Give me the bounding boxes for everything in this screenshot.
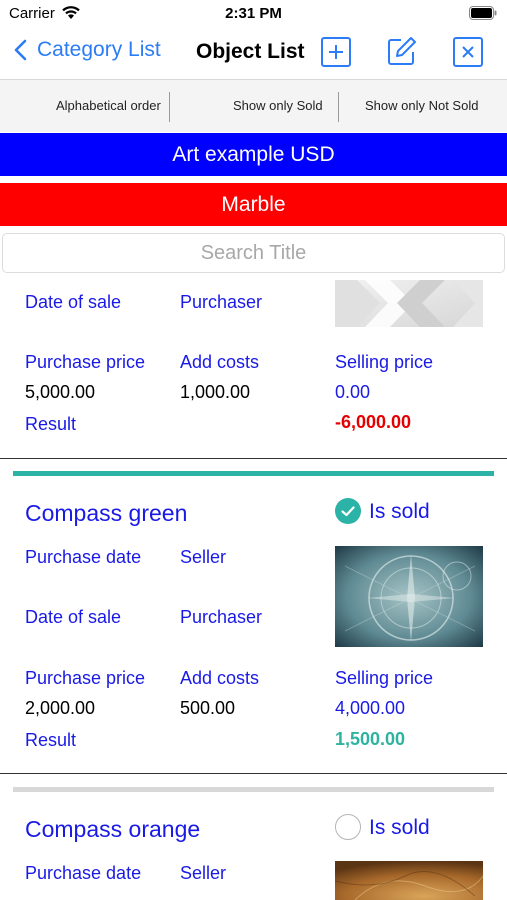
item-thumbnail[interactable] (335, 546, 483, 647)
search-box (2, 233, 505, 273)
result-value: 1,500.00 (335, 729, 406, 749)
purchase-price-value: 5,000.00 (25, 382, 96, 402)
result-value: -6,000.00 (335, 412, 412, 432)
page-title: Object List (196, 40, 305, 63)
segment-only-sold[interactable]: Show only Sold (233, 98, 323, 113)
add-costs-label: Add costs (180, 352, 260, 372)
filter-segments: Alphabetical order Show only Sold Show o… (0, 79, 507, 132)
back-button[interactable]: Category List (14, 38, 161, 62)
add-costs-value: 500.00 (180, 698, 236, 718)
selling-price-label: Selling price (335, 352, 434, 372)
purchase-date-label: Purchase date (25, 547, 142, 567)
battery-icon (469, 6, 497, 25)
date-of-sale-label: Date of sale (25, 607, 122, 627)
compass-map-image (335, 861, 483, 900)
date-of-sale-label: Date of sale (25, 292, 122, 312)
purchase-price-label: Purchase price (25, 352, 146, 372)
edit-button[interactable] (386, 35, 418, 72)
category-banner[interactable]: Marble (0, 183, 507, 226)
selling-price-value: 4,000.00 (335, 698, 406, 718)
item-separator (0, 773, 507, 774)
collection-banner[interactable]: Art example USD (0, 133, 507, 176)
search-input[interactable] (3, 234, 504, 272)
sold-status-bar (13, 787, 494, 792)
checkmark-icon (341, 506, 355, 517)
navigation-bar: Category List Object List (0, 28, 507, 78)
item-title[interactable]: Compass green (25, 500, 187, 527)
back-button-label: Category List (37, 38, 161, 61)
segment-divider (338, 92, 339, 122)
plus-icon (329, 45, 343, 59)
segment-alphabetical[interactable]: Alphabetical order (56, 98, 161, 113)
chevron-left-icon (14, 39, 27, 61)
segment-divider (169, 92, 170, 122)
result-label: Result (25, 730, 77, 750)
status-time: 2:31 PM (225, 5, 282, 22)
is-sold-label: Is sold (369, 500, 430, 523)
status-bar: Carrier 2:31 PM (0, 0, 507, 28)
marble-image (335, 280, 483, 327)
compass-map-image (335, 546, 483, 647)
item-thumbnail[interactable] (335, 861, 483, 900)
add-button[interactable] (321, 37, 351, 67)
seller-label: Seller (180, 547, 227, 567)
item-title[interactable]: Compass orange (25, 816, 200, 843)
result-label: Result (25, 414, 77, 434)
selling-price-label: Selling price (335, 668, 434, 688)
add-costs-value: 1,000.00 (180, 382, 251, 402)
item-thumbnail[interactable] (335, 280, 483, 327)
add-costs-label: Add costs (180, 668, 260, 688)
purchase-price-value: 2,000.00 (25, 698, 96, 718)
purchase-date-label: Purchase date (25, 863, 142, 883)
close-icon (462, 46, 474, 58)
pencil-square-icon (388, 37, 416, 65)
sold-status-bar (13, 471, 494, 476)
sold-checkbox[interactable] (335, 814, 361, 840)
close-button[interactable] (453, 37, 483, 67)
item-separator (0, 458, 507, 459)
seller-label: Seller (180, 863, 227, 883)
sold-checkbox[interactable] (335, 498, 361, 524)
selling-price-value: 0.00 (335, 382, 371, 402)
segment-only-not-sold[interactable]: Show only Not Sold (365, 98, 478, 113)
purchaser-label: Purchaser (180, 607, 263, 627)
is-sold-label: Is sold (369, 816, 430, 839)
purchaser-label: Purchaser (180, 292, 263, 312)
purchase-price-label: Purchase price (25, 668, 146, 688)
